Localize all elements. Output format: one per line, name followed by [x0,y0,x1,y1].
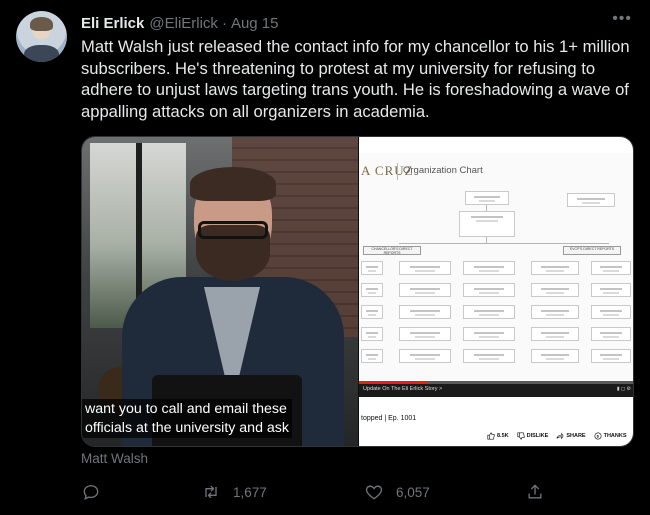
thanks-icon: $ [594,432,602,440]
retweet-button[interactable]: 1,677 [201,482,267,502]
org-box [361,305,383,319]
org-box [463,283,515,297]
presenter-glasses [198,221,268,239]
separator-dot: · [221,14,227,32]
org-box [361,283,383,297]
share-label: SHARE [566,433,586,439]
share-icon [528,484,542,499]
video-frame[interactable]: want you to call and email these officia… [82,137,358,446]
thumbs-up-icon [487,432,495,440]
org-box [591,349,631,363]
caption-line-2: officials at the university and ask [85,419,289,436]
presenter-hair [190,167,276,201]
thanks-video-button[interactable]: $ THANKS [594,432,627,440]
org-box [399,283,451,297]
share-button[interactable] [525,482,545,502]
avatar-hair [30,17,53,31]
org-box [465,191,509,205]
org-box [531,349,579,363]
org-box [463,261,515,275]
tweet-media[interactable]: want you to call and email these officia… [81,136,634,447]
tweet-actions: 1,677 6,057 [81,482,551,504]
org-line [399,243,609,244]
youtube-page[interactable]: A CRUZ Organization Chart CHANCELLOR'S D… [359,137,633,446]
org-box [361,261,383,275]
update-link[interactable]: Update On The Eli Erlick Story > [363,386,442,392]
org-box [399,305,451,319]
like-video-button[interactable]: 8.5K [487,432,509,440]
org-box [361,327,383,341]
share-video-button[interactable]: SHARE [556,432,586,440]
avatar[interactable] [16,11,67,62]
org-line [486,205,487,211]
org-box [591,305,631,319]
org-box [463,327,515,341]
retweet-count: 1,677 [233,484,267,500]
left-report-label: CHANCELLOR'S DIRECT REPORTS [363,246,421,255]
thanks-label: THANKS [603,433,627,439]
author-name[interactable]: Eli Erlick [81,15,144,32]
org-box [567,193,615,207]
like-count: 8.5K [497,433,509,439]
like-button[interactable]: 6,057 [364,482,430,502]
org-title-separator [397,163,398,180]
svg-text:$: $ [596,434,599,439]
like-count: 6,057 [396,484,430,500]
video-player-bar[interactable]: Update On The Eli Erlick Story > ▮ ◻ ⚙ [359,381,633,397]
caption-line-1: want you to call and email these [85,401,287,417]
org-box [463,305,515,319]
heart-icon [365,485,383,500]
video-title[interactable]: topped | Ep. 1001 [361,415,416,422]
org-box [591,327,631,341]
video-actions: 8.5K DISLIKE SHARE $ THANKS [487,432,627,440]
org-box [459,211,515,237]
tweet-date[interactable]: Aug 15 [231,15,279,32]
org-box [399,327,451,341]
org-box [399,349,451,363]
author-handle[interactable]: @EliErlick [149,15,218,32]
org-box [463,349,515,363]
tweet-text: Matt Walsh just released the contact inf… [81,37,630,121]
retweet-icon [205,485,217,499]
org-box [591,283,631,297]
avatar-shirt [24,45,59,62]
reply-icon [83,485,99,500]
org-box [399,261,451,275]
tweet-header: Eli Erlick @EliErlick · Aug 15 [81,12,636,34]
org-chart-title: Organization Chart [403,165,483,176]
share-arrow-icon [556,432,564,440]
dislike-label: DISLIKE [526,433,549,439]
player-controls-icon[interactable]: ▮ ◻ ⚙ [617,386,631,392]
reply-button[interactable] [81,482,101,502]
more-options-icon[interactable]: ••• [612,10,632,28]
video-progress-bar[interactable] [359,381,633,384]
dislike-video-button[interactable]: DISLIKE [517,432,549,440]
org-chart: A CRUZ Organization Chart CHANCELLOR'S D… [359,153,633,381]
org-box [531,305,579,319]
right-report-label: EVCP'S DIRECT REPORTS [563,246,621,255]
org-box [361,349,383,363]
thumbs-down-icon [517,432,525,440]
org-box [531,283,579,297]
video-progress-fill [359,381,427,384]
video-caption: want you to call and email these officia… [82,399,292,438]
org-box [531,261,579,275]
media-author[interactable]: Matt Walsh [81,451,148,466]
org-box [591,261,631,275]
org-box [531,327,579,341]
